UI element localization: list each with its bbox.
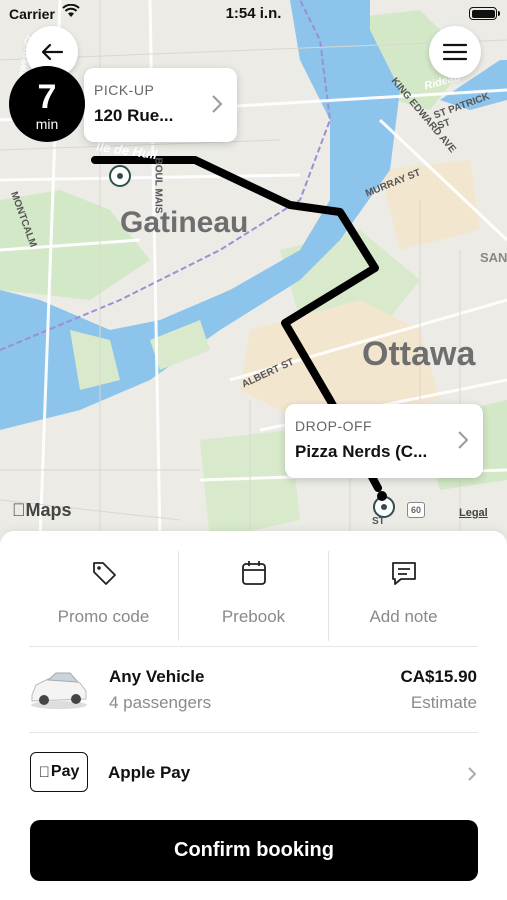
maps-logo: Maps	[12, 500, 72, 521]
pickup-address: 120 Rue...	[94, 106, 174, 125]
map-label-st: ST	[372, 516, 385, 527]
dropoff-address: Pizza Nerds (C...	[295, 442, 428, 461]
action-row: Promo code Prebook Add note	[29, 551, 478, 641]
pickup-callout[interactable]: PICK-UP 120 Rue...	[84, 68, 237, 142]
legal-link[interactable]: Legal	[459, 507, 488, 519]
car-icon	[31, 672, 87, 709]
apple-pay-badge: Pay	[30, 752, 88, 792]
dropoff-label: DROP-OFF	[295, 418, 373, 434]
vehicle-passengers: 4 passengers	[109, 693, 212, 712]
chevron-right-icon	[212, 95, 223, 113]
eta-unit: min	[35, 116, 59, 132]
hamburger-icon	[442, 43, 468, 61]
prebook-label: Prebook	[221, 607, 286, 626]
tag-icon	[92, 562, 116, 585]
promo-code-label: Promo code	[57, 607, 150, 626]
payment-method-name: Apple Pay	[108, 763, 191, 782]
highway-shield: 60	[407, 502, 425, 518]
chevron-right-icon	[468, 767, 477, 781]
vehicle-row[interactable]: Any Vehicle 4 passengers CA$15.90 Estima…	[0, 647, 507, 733]
eta-badge: 7 min	[9, 66, 85, 142]
payment-row[interactable]: Pay Apple Pay	[0, 733, 507, 815]
map-label-ottawa: Ottawa	[362, 335, 476, 373]
dropoff-callout[interactable]: DROP-OFF Pizza Nerds (C...	[285, 404, 483, 478]
chevron-right-icon	[458, 431, 469, 449]
price-note: Estimate	[410, 693, 477, 712]
apple-logo-icon: 	[39, 764, 50, 781]
menu-button[interactable]	[429, 26, 481, 78]
confirm-booking-button[interactable]: Confirm booking	[30, 820, 478, 881]
add-note-label: Add note	[369, 607, 438, 626]
map-label-boul: BOUL MAIS	[152, 157, 164, 214]
booking-sheet: Promo code Prebook Add note Any Vehicle	[0, 531, 507, 900]
maps-brand-text: Maps	[12, 500, 72, 520]
map-label-gatineau: Gatineau	[120, 206, 249, 239]
calendar-icon	[241, 561, 266, 585]
pickup-label: PICK-UP	[94, 82, 155, 98]
status-bar: Carrier 1:54 i.n.	[0, 0, 507, 28]
route-map[interactable]: Gatineau Ottawa MURRAY ST ALBERT ST KING…	[0, 0, 507, 545]
map-label-san: SAN	[480, 250, 507, 265]
prebook-button[interactable]: Prebook	[178, 551, 328, 641]
status-time: 1:54 i.n.	[225, 5, 282, 22]
promo-code-button[interactable]: Promo code	[29, 551, 178, 641]
eta-value: 7	[37, 78, 57, 116]
price-amount: CA$15.90	[400, 667, 477, 686]
add-note-button[interactable]: Add note	[328, 551, 478, 641]
arrow-left-icon	[41, 43, 64, 61]
battery-icon	[469, 7, 500, 20]
apple-pay-badge-text: Pay	[45, 763, 79, 780]
apple-logo-icon: 	[12, 500, 26, 520]
note-icon	[391, 562, 416, 585]
vehicle-name: Any Vehicle	[109, 667, 205, 686]
